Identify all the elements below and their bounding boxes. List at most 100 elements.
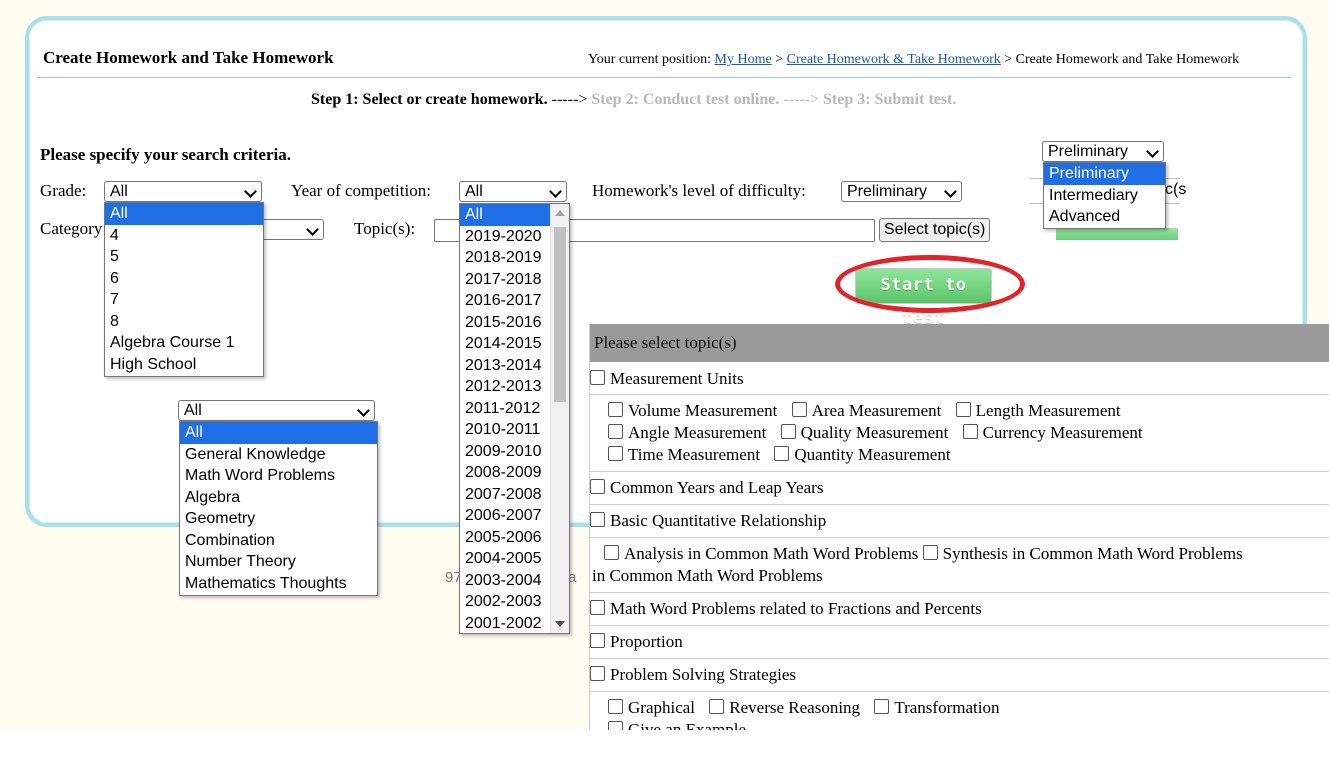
grade-option[interactable]: 6 — [105, 268, 263, 290]
scrollbar-thumb[interactable] — [554, 227, 566, 402]
breadcrumb-section-link[interactable]: Create Homework & Take Homework — [787, 52, 1001, 67]
topic-label: Proportion — [610, 632, 683, 651]
year-option[interactable]: 2019-2020 — [460, 226, 550, 248]
topic-checkbox[interactable] — [922, 545, 938, 560]
topic-label: Give an Example — [628, 720, 747, 730]
topic-label: Area Measurement — [811, 401, 942, 420]
year-option[interactable]: 2016-2017 — [460, 290, 550, 312]
category-option[interactable]: Geometry — [180, 508, 377, 530]
start-button-peek — [1056, 228, 1178, 240]
year-option[interactable]: 2017-2018 — [460, 269, 550, 291]
topic-panel-heading: Please select topic(s) — [590, 324, 1329, 362]
category-option[interactable]: Algebra — [180, 487, 377, 509]
difficulty-option[interactable]: Preliminary — [1044, 163, 1165, 185]
topic-checkbox[interactable] — [608, 446, 623, 461]
topic-checkbox[interactable] — [774, 446, 790, 461]
difficulty-option[interactable]: Intermediary — [1044, 185, 1165, 207]
breadcrumb: Your current position: My Home > Create … — [588, 52, 1239, 68]
year-options: All 2019-2020 2018-2019 2017-2018 2016-2017 2… — [460, 204, 550, 634]
topic-checkbox[interactable] — [955, 402, 971, 417]
category-open-value: All — [184, 402, 202, 419]
grade-option[interactable]: 7 — [105, 289, 263, 311]
topic-checkbox[interactable] — [590, 666, 605, 681]
year-option[interactable]: 2001-2002 — [460, 613, 550, 634]
breadcrumb-current: Create Homework and Take Homework — [1015, 52, 1240, 67]
difficulty-select-open[interactable]: Preliminary — [1042, 141, 1164, 162]
topic-checkbox[interactable] — [608, 424, 623, 439]
chevron-down-icon — [244, 185, 257, 198]
header-divider — [37, 77, 1291, 78]
grade-option[interactable]: 4 — [105, 225, 263, 247]
topic-label-continued: in Common Math Word Problems — [592, 566, 823, 585]
grade-select-value: All — [110, 183, 128, 200]
topic-row: Math Word Problems related to Fractions … — [590, 593, 1329, 626]
category-option[interactable]: Mathematics Thoughts — [180, 573, 377, 595]
chevron-down-icon — [944, 185, 957, 198]
peek-text: c(s — [1165, 181, 1187, 198]
topic-checkbox[interactable] — [590, 479, 605, 494]
breadcrumb-separator: > — [775, 52, 784, 67]
category-option[interactable]: Number Theory — [180, 551, 377, 573]
topic-checkbox[interactable] — [604, 545, 619, 560]
grade-option[interactable]: Algebra Course 1 — [105, 332, 263, 354]
category-dropdown-list: All General Knowledge Math Word Problems… — [179, 421, 378, 596]
topic-checkbox[interactable] — [608, 402, 623, 417]
topic-label: Quantity Measurement — [794, 445, 951, 464]
category-select-open[interactable]: All — [178, 400, 375, 421]
grade-option[interactable]: 5 — [105, 246, 263, 268]
topic-label: Problem Solving Strategies — [610, 665, 797, 684]
topic-checkbox[interactable] — [791, 402, 807, 417]
scroll-up-arrow-icon[interactable] — [555, 210, 565, 216]
difficulty-select-value: Preliminary — [847, 183, 928, 200]
year-option[interactable]: 2005-2006 — [460, 527, 550, 549]
category-select[interactable] — [255, 219, 324, 240]
topic-checkbox[interactable] — [590, 633, 605, 648]
year-option[interactable]: 2003-2004 — [460, 570, 550, 592]
year-option[interactable]: 2008-2009 — [460, 462, 550, 484]
topic-label: Basic Quantitative Relationship — [610, 511, 827, 530]
year-option[interactable]: 2009-2010 — [460, 441, 550, 463]
topic-checkbox[interactable] — [608, 721, 623, 730]
topic-label: Analysis in Common Math Word Problems — [624, 544, 919, 563]
highlight-circle — [835, 255, 1025, 313]
grade-option[interactable]: High School — [105, 354, 263, 376]
year-dropdown-list: All 2019-2020 2018-2019 2017-2018 2016-2017 2… — [459, 203, 570, 634]
chevron-down-icon — [549, 185, 562, 198]
year-option[interactable]: 2006-2007 — [460, 505, 550, 527]
year-option[interactable]: 2010-2011 — [460, 419, 550, 441]
grade-select[interactable]: All — [104, 181, 262, 202]
topic-checkbox[interactable] — [874, 699, 890, 714]
topic-checkbox[interactable] — [590, 370, 605, 385]
year-option[interactable]: 2018-2019 — [460, 247, 550, 269]
category-option[interactable]: All — [180, 422, 377, 444]
category-option[interactable]: Math Word Problems — [180, 465, 377, 487]
year-option[interactable]: 2013-2014 — [460, 355, 550, 377]
difficulty-select[interactable]: Preliminary — [841, 181, 962, 202]
strategy-subtopics: Graphical Reverse Reasoning Transformati… — [590, 692, 1329, 730]
year-option[interactable]: All — [460, 204, 550, 226]
year-option[interactable]: 2007-2008 — [460, 484, 550, 506]
scroll-down-arrow-icon[interactable] — [555, 621, 565, 627]
category-option[interactable]: Combination — [180, 530, 377, 552]
year-option[interactable]: 2014-2015 — [460, 333, 550, 355]
breadcrumb-home-link[interactable]: My Home — [715, 52, 772, 67]
year-option[interactable]: 2002-2003 — [460, 591, 550, 613]
topic-checkbox[interactable] — [590, 600, 605, 615]
topic-checkbox[interactable] — [590, 512, 605, 527]
select-topics-button[interactable]: Select topic(s) — [879, 218, 990, 242]
grade-option[interactable]: 8 — [105, 311, 263, 333]
grade-option[interactable]: All — [105, 203, 263, 225]
year-option[interactable]: 2015-2016 — [460, 312, 550, 334]
topic-checkbox[interactable] — [709, 699, 725, 714]
topic-checkbox[interactable] — [780, 424, 796, 439]
year-option[interactable]: 2011-2012 — [460, 398, 550, 420]
year-dropdown-scrollbar[interactable] — [550, 204, 569, 633]
year-option[interactable]: 2004-2005 — [460, 548, 550, 570]
topic-checkbox[interactable] — [608, 699, 623, 714]
category-option[interactable]: General Knowledge — [180, 444, 377, 466]
topic-checkbox[interactable] — [962, 424, 978, 439]
difficulty-option[interactable]: Advanced — [1044, 206, 1165, 228]
page-title: Create Homework and Take Homework — [43, 48, 334, 67]
year-option[interactable]: 2012-2013 — [460, 376, 550, 398]
year-select[interactable]: All — [459, 181, 567, 202]
